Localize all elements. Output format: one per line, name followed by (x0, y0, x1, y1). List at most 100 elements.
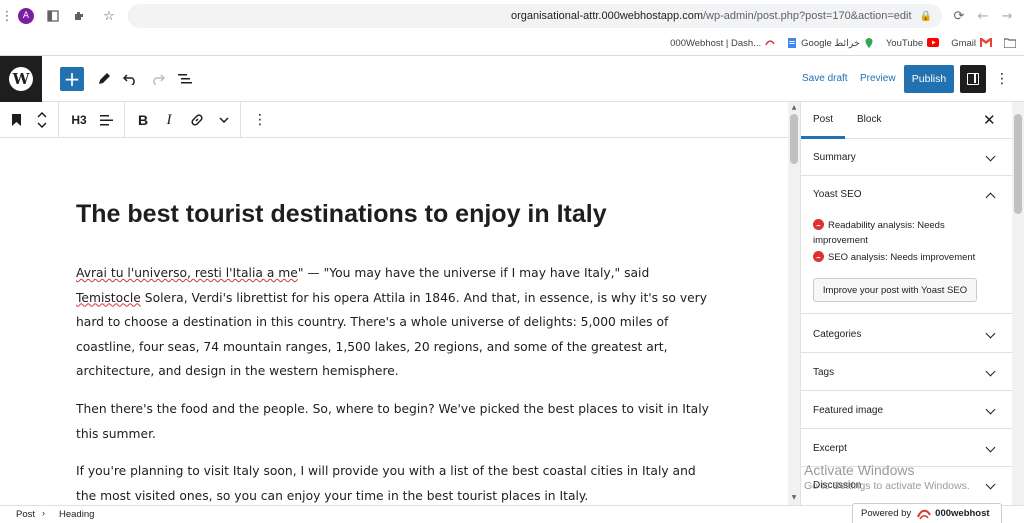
save-draft-button[interactable]: Save draft (802, 73, 848, 84)
italic-button[interactable]: I (161, 108, 177, 132)
panel-title: Categories (813, 329, 862, 340)
redo-icon[interactable] (146, 67, 170, 91)
powered-by-label: Powered by (861, 508, 912, 519)
bold-button[interactable]: B (134, 108, 152, 132)
extensions-icon[interactable] (68, 5, 90, 27)
bookmarks-folder-icon[interactable] (1004, 38, 1016, 48)
bookmarks-bar: 000Webhost | Dash... Google خرائط YouTub… (0, 32, 1024, 54)
forward-arrow-icon[interactable]: → (996, 5, 1018, 27)
panel-title: Tags (813, 367, 835, 378)
bookmark-youtube[interactable]: YouTube (885, 37, 940, 49)
paragraph-block[interactable]: If you're planning to visit Italy soon, … (76, 459, 716, 505)
settings-sidebar: Post Block ✕ Summary Yoast SEO Readabili… (800, 102, 1012, 505)
panel-categories[interactable]: Categories (801, 315, 1012, 353)
editor-header: W + Save draft Preview Publish ⋮ (0, 56, 1024, 102)
misspelled-text: Avrai tu l'universo, resti l'Italia a me (76, 266, 298, 280)
panel-title[interactable]: Yoast SEO (813, 189, 862, 200)
star-icon[interactable]: ☆ (98, 5, 120, 27)
preview-button[interactable]: Preview (860, 73, 896, 84)
plus-icon: + (63, 67, 81, 91)
webhost-logo-icon (917, 508, 932, 520)
bookmark-gmail[interactable]: Gmail (951, 38, 992, 49)
toolbar-divider (58, 102, 59, 138)
panel-title: Excerpt (813, 443, 847, 454)
document-overview-icon[interactable] (173, 67, 197, 91)
block-toolbar: H3 B I ⋮ (0, 102, 788, 138)
editor-canvas[interactable]: The best tourist destinations to enjoy i… (0, 138, 788, 505)
youtube-icon (927, 38, 940, 48)
maps-icon (864, 38, 874, 48)
sad-face-icon (813, 219, 824, 230)
panel-title: Summary (813, 152, 856, 163)
editor-scrollbar[interactable]: ▲ ▼ (788, 102, 800, 505)
chevron-down-icon (985, 405, 997, 417)
post-title[interactable]: The best tourist destinations to enjoy i… (76, 200, 607, 229)
url-text: organisational-attr.000webhostapp.com/wp… (511, 10, 912, 22)
block-options-icon[interactable]: ⋮ (252, 108, 268, 132)
panel-featured-image[interactable]: Featured image (801, 391, 1012, 429)
tools-pencil-icon[interactable] (92, 67, 116, 91)
gmail-icon (980, 38, 992, 48)
sad-face-icon (813, 251, 824, 262)
chevron-up-icon[interactable] (985, 189, 997, 201)
settings-sidebar-toggle[interactable] (960, 65, 986, 93)
reload-icon[interactable]: ⟳ (948, 5, 970, 27)
breadcrumb-post[interactable]: Post (16, 509, 35, 520)
paragraph-text: Solera, Verdi's librettist for his opera… (76, 290, 707, 379)
close-icon[interactable]: ✕ (983, 111, 996, 129)
sidebar-icon[interactable] (42, 5, 64, 27)
chevron-down-icon (985, 443, 997, 455)
sidebar-scrollbar[interactable] (1012, 102, 1024, 505)
heading-level-button[interactable]: H3 (66, 108, 92, 132)
panel-summary[interactable]: Summary (801, 139, 1012, 176)
scrollbar-thumb[interactable] (1014, 114, 1022, 214)
menu-dots-icon[interactable]: ⋮ (0, 5, 14, 27)
back-arrow-icon[interactable]: ← (972, 5, 994, 27)
link-icon[interactable] (187, 108, 207, 132)
url-host: organisational-attr.000webhostapp.com (510, 10, 703, 22)
sidebar-panel-icon (967, 73, 979, 85)
bookmark-icon[interactable] (8, 108, 24, 132)
windows-activation-watermark: Activate Windows Go to Settings to activ… (804, 462, 970, 492)
bookmark-google-maps[interactable]: Google خرائط (787, 38, 874, 49)
sidebar-tabs: Post Block ✕ (801, 102, 1012, 139)
watermark-subtitle: Go to Settings to activate Windows. (804, 480, 970, 492)
bookmark-label: Google خرائط (801, 37, 860, 49)
panel-tags[interactable]: Tags (801, 353, 1012, 391)
bookmark-000webhost[interactable]: 000Webhost | Dash... (670, 38, 775, 49)
editor-footer: Post › Heading Powered by 000webhost (0, 503, 1024, 523)
brand-name: 000webhost (935, 508, 990, 519)
profile-avatar[interactable]: A (18, 8, 34, 24)
address-bar[interactable]: organisational-attr.000webhostapp.com/wp… (128, 4, 942, 28)
wordpress-icon: W (9, 67, 33, 91)
add-block-button[interactable]: + (60, 67, 84, 91)
tab-block[interactable]: Block (857, 114, 881, 125)
align-text-icon[interactable] (96, 108, 116, 132)
bookmark-label: YouTube (885, 37, 924, 49)
paragraph-block[interactable]: Then there's the food and the people. So… (76, 397, 716, 446)
breadcrumb-heading[interactable]: Heading (59, 509, 94, 520)
chevron-down-icon (985, 152, 997, 164)
scroll-down-icon[interactable]: ▼ (790, 494, 798, 502)
undo-icon[interactable] (118, 67, 142, 91)
move-up-down-icon[interactable] (34, 108, 50, 132)
paragraph-block[interactable]: Avrai tu l'universo, resti l'Italia a me… (76, 261, 716, 384)
improve-yoast-button[interactable]: Improve your post with Yoast SEO (813, 278, 977, 302)
readability-label: Readability analysis: (828, 220, 915, 231)
chevron-down-icon (985, 480, 997, 492)
toolbar-divider (240, 102, 241, 138)
paragraph-text: " — "You may have the universe if I may … (297, 266, 650, 280)
scrollbar-thumb[interactable] (790, 114, 798, 164)
powered-by-badge[interactable]: Powered by 000webhost (852, 503, 1002, 523)
chevron-down-icon (985, 367, 997, 379)
wordpress-logo[interactable]: W (0, 56, 42, 102)
lock-icon[interactable]: 🔒 (920, 11, 932, 22)
seo-analysis: SEO analysis: Needs improvement (813, 250, 993, 265)
chevron-down-icon (985, 329, 997, 341)
more-formats-chevron-icon[interactable] (216, 108, 232, 132)
url-path: /wp-admin/post.php?post=170&action=edit (703, 10, 912, 22)
options-menu-icon[interactable]: ⋮ (992, 67, 1012, 91)
publish-button[interactable]: Publish (904, 65, 954, 93)
scroll-up-icon[interactable]: ▲ (790, 104, 798, 112)
tab-post[interactable]: Post (813, 114, 833, 125)
